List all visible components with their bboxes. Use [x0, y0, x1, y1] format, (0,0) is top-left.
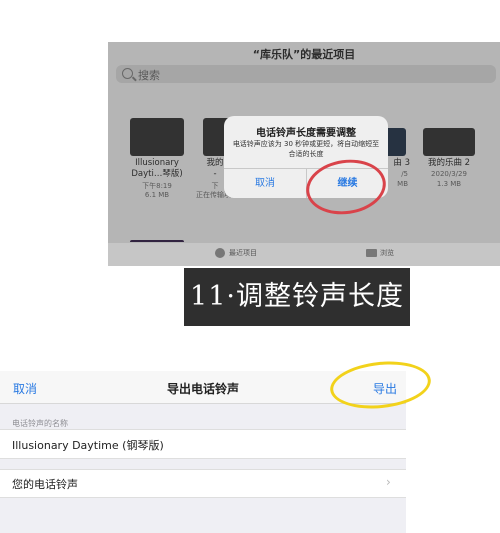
step-caption-text: 11·调整铃声长度	[190, 281, 404, 312]
folder-icon[interactable]	[366, 249, 377, 257]
section-header: 电话铃声的名称	[12, 419, 68, 428]
tab-recent[interactable]: 最近项目	[229, 248, 257, 258]
ringtone-name-field[interactable]: Illusionary Daytime (钢琴版)	[0, 429, 406, 459]
step-caption-banner: 11·调整铃声长度	[184, 268, 410, 326]
your-ringtones-row[interactable]: 您的电话铃声 ›	[0, 469, 406, 498]
clock-icon[interactable]	[215, 248, 225, 258]
alert-title: 电话铃声长度需要调整	[256, 128, 356, 139]
alert-cancel-button[interactable]: 取消	[224, 169, 306, 198]
yellow-annotation-circle	[327, 356, 434, 414]
ringtone-name-value[interactable]: Illusionary Daytime (钢琴版)	[12, 437, 164, 453]
alert-message: 电话铃声应该为 30 秒钟或更短，将自动缩短至合适的长度	[232, 140, 380, 158]
garageband-recent-screenshot: “库乐队”的最近项目 搜索 Illusionary Dayti…琴版) 下午8:…	[108, 42, 500, 266]
navigation-bar: 取消 导出电话铃声 导出	[0, 356, 434, 414]
tab-bar: 最近项目 浏览	[108, 242, 500, 266]
export-ringtone-screen: 取消 导出电话铃声 导出 电话铃声的名称 Illusionary Daytime…	[0, 356, 434, 533]
tab-browse[interactable]: 浏览	[380, 248, 394, 258]
your-ringtones-label: 您的电话铃声	[12, 478, 78, 491]
chevron-right-icon: ›	[386, 475, 391, 489]
